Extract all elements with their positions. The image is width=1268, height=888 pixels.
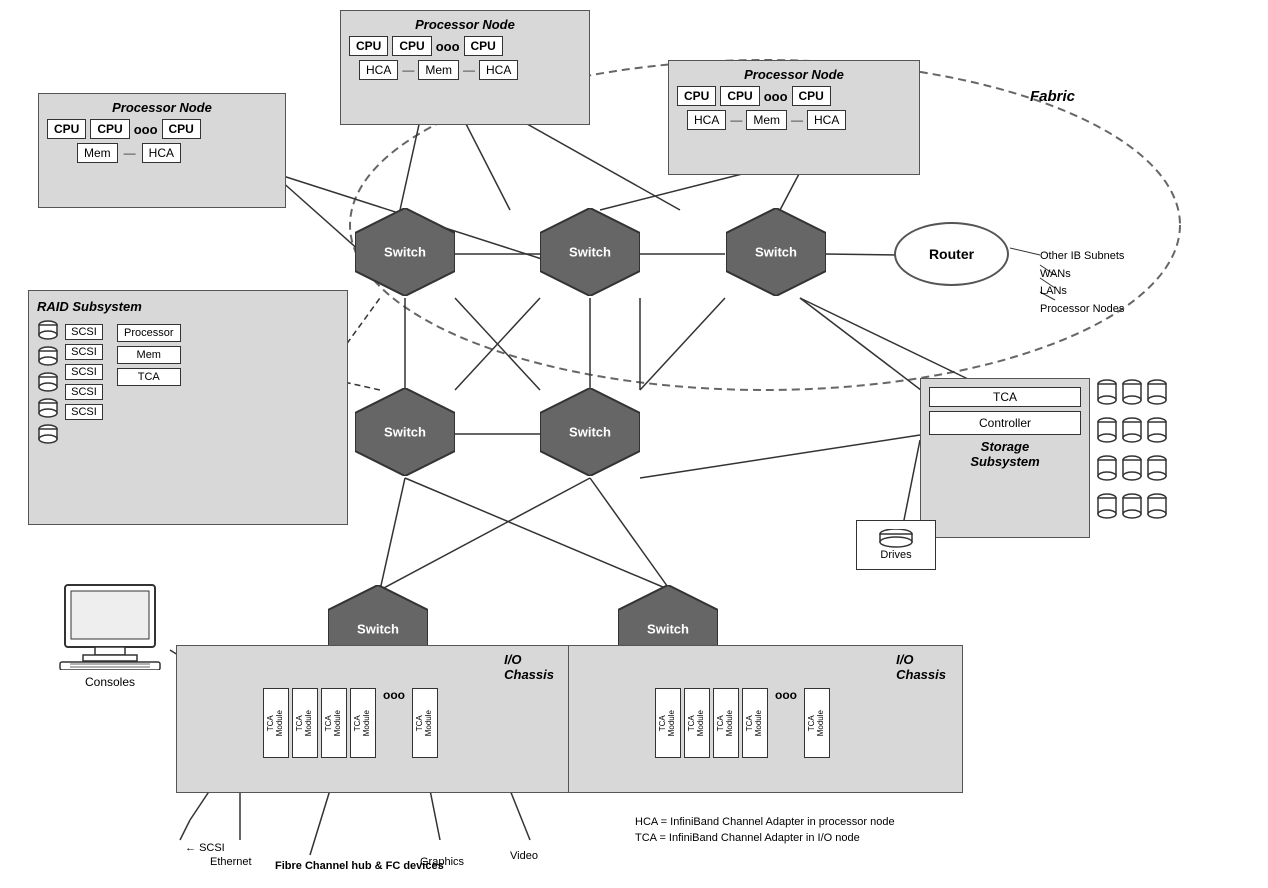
cpu-row-top-left: CPU CPU ooo CPU [47,119,277,139]
router-ellipse: Router [894,222,1009,286]
io-module-l-2: TCAModule [292,688,318,758]
cpu-row-top-right: CPU CPU ooo CPU [677,86,911,106]
switch-2: Switch [540,208,640,296]
mem-row-top-center: HCA — Mem — HCA [349,60,581,80]
io-module-r-1: TCAModule [655,688,681,758]
raid-inner: SCSI SCSI SCSI SCSI SCSI Processor Mem T… [37,320,339,446]
io-module-r-4: TCAModule [742,688,768,758]
hca-box-tr-2: HCA [807,110,846,130]
mem-row-top-right: HCA — Mem — HCA [677,110,911,130]
hca-box-1: HCA [359,60,398,80]
cpu-box-3: CPU [464,36,503,56]
scsi-1: SCSI [65,324,103,340]
proc-node-top-center-title: Processor Node [349,17,581,32]
switch-5: Switch [540,388,640,476]
cpu-box-tl-3: CPU [162,119,201,139]
proc-mem-col: Processor Mem TCA [117,324,181,446]
proc-node-top-left: Processor Node CPU CPU ooo CPU Mem — HCA [38,93,286,208]
io-module-l-3: TCAModule [321,688,347,758]
scsi-col: SCSI SCSI SCSI SCSI SCSI [65,324,103,446]
ethernet-label: Ethernet [210,856,252,868]
router-connections-text: Other IB Subnets WANs LANs Processor Nod… [1040,248,1124,318]
proc-node-top-right: Processor Node CPU CPU ooo CPU HCA — Mem… [668,60,920,175]
cpu-box-1: CPU [349,36,388,56]
scsi-4: SCSI [65,384,103,400]
raid-title: RAID Subsystem [37,299,339,314]
raid-mem: Mem [117,346,181,364]
fc-label: Fibre Channel hub & FC devices [275,860,444,872]
diagram-container: Processor Node CPU CPU ooo CPU HCA — Mem… [0,0,1268,888]
scsi-3: SCSI [65,364,103,380]
console-label: Consoles [55,675,165,689]
cpu-box-2: CPU [392,36,431,56]
raid-tca: TCA [117,368,181,386]
raid-processor: Processor [117,324,181,342]
io-module-l-5: TCAModule [412,688,438,758]
io-module-l-1: TCAModule [263,688,289,758]
hca-box-2: HCA [479,60,518,80]
mem-box-tl: Mem [77,143,118,163]
cpu-box-tr-2: CPU [720,86,759,106]
disk-col-1 [37,320,59,446]
switch-4: Switch [355,388,455,476]
mem-row-top-left: Mem — HCA [47,143,277,163]
cpu-box-tl-2: CPU [90,119,129,139]
video-label: Video [510,850,538,862]
drives-label: Drives [880,549,911,561]
graphics-label: Graphics [420,856,464,868]
hca-box-tr-1: HCA [687,110,726,130]
io-chassis-right: I/OChassis TCAModule TCAModule TCAModule… [568,645,963,793]
switch-1: Switch [355,208,455,296]
proc-node-top-left-title: Processor Node [47,100,277,115]
dots-tr: ooo [764,89,788,104]
storage-disks-right [1096,378,1168,524]
console: Consoles [55,580,165,689]
legend: HCA = InfiniBand Channel Adapter in proc… [635,816,895,844]
storage-inner: TCA Controller [929,387,1081,435]
io-modules-right: TCAModule TCAModule TCAModule TCAModule … [655,688,956,758]
io-dots-right: ooo [775,688,797,702]
io-chassis-left-title: I/OChassis [183,652,554,682]
proc-node-top-right-title: Processor Node [677,67,911,82]
dots-tl: ooo [134,122,158,137]
scsi-label: ← SCSI [185,842,225,854]
proc-node-top-center: Processor Node CPU CPU ooo CPU HCA — Mem… [340,10,590,125]
cpu-box-tr-3: CPU [792,86,831,106]
drives-box: Drives [856,520,936,570]
storage-subsystem: TCA Controller StorageSubsystem [920,378,1090,538]
io-chassis-left: I/OChassis TCAModule TCAModule TCAModule… [176,645,571,793]
storage-tca: TCA [929,387,1081,407]
io-module-l-4: TCAModule [350,688,376,758]
hca-box-tl: HCA [142,143,181,163]
cpu-box-tr-1: CPU [677,86,716,106]
scsi-2: SCSI [65,344,103,360]
storage-title: StorageSubsystem [929,439,1081,469]
router-connections: Other IB Subnets WANs LANs Processor Nod… [1040,248,1124,318]
io-module-r-3: TCAModule [713,688,739,758]
io-modules-left: TCAModule TCAModule TCAModule TCAModule … [263,688,564,758]
io-module-r-2: TCAModule [684,688,710,758]
mem-box-tr: Mem [746,110,787,130]
cpu-row-top-center: CPU CPU ooo CPU [349,36,581,56]
io-chassis-right-title: I/OChassis [575,652,946,682]
raid-subsystem: RAID Subsystem SCSI SCSI SCSI SCSI SCSI … [28,290,348,525]
dots-1: ooo [436,39,460,54]
router-label: Router [929,246,974,262]
storage-controller: Controller [929,411,1081,435]
legend-line-2: TCA = InfiniBand Channel Adapter in I/O … [635,832,895,844]
legend-line-1: HCA = InfiniBand Channel Adapter in proc… [635,816,895,828]
scsi-5: SCSI [65,404,103,420]
io-dots-left: ooo [383,688,405,702]
io-module-r-5: TCAModule [804,688,830,758]
mem-box-1: Mem [418,60,459,80]
switch-3: Switch [726,208,826,296]
fabric-label: Fabric [1030,88,1075,105]
cpu-box-tl-1: CPU [47,119,86,139]
